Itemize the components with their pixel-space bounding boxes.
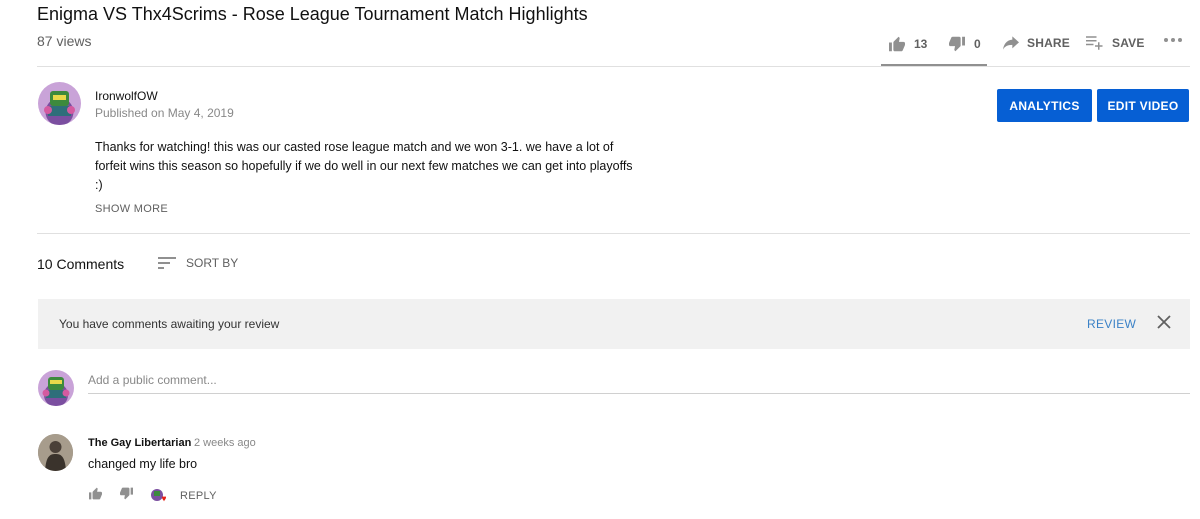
dislike-button[interactable]: 0 (948, 36, 981, 52)
like-count: 13 (914, 37, 928, 51)
publish-date: Published on May 4, 2019 (95, 106, 234, 120)
thumbs-up-icon (889, 36, 905, 52)
more-actions-button[interactable] (1163, 36, 1183, 44)
share-arrow-icon (1003, 36, 1019, 50)
reply-button[interactable]: REPLY (180, 490, 217, 502)
divider (37, 233, 1190, 234)
video-description: Thanks for watching! this was our casted… (95, 138, 655, 195)
playlist-add-icon (1086, 36, 1103, 50)
user-avatar (38, 370, 74, 406)
creator-heart-icon (151, 489, 166, 502)
thumbs-up-icon (89, 487, 102, 500)
thumbs-down-icon (120, 487, 133, 500)
sort-icon (158, 257, 176, 269)
video-title: Enigma VS Thx4Scrims - Rose League Tourn… (37, 4, 588, 24)
comment-dislike-button[interactable] (119, 487, 134, 505)
comment-actions: REPLY (88, 487, 217, 505)
thumbs-down-icon (949, 36, 965, 52)
review-banner: You have comments awaiting your review R… (38, 299, 1190, 349)
comment-time[interactable]: 2 weeks ago (194, 437, 256, 449)
sort-label: SORT BY (186, 256, 239, 270)
divider (37, 66, 1190, 67)
close-icon (1157, 315, 1171, 329)
commenter-avatar[interactable] (38, 434, 73, 471)
comment-like-button[interactable] (88, 487, 103, 505)
share-button[interactable]: SHARE (1003, 36, 1070, 50)
description-line: Thanks for watching! this was our casted… (95, 140, 614, 154)
review-link[interactable]: REVIEW (1087, 317, 1136, 331)
dismiss-button[interactable] (1157, 315, 1171, 334)
channel-name[interactable]: IronwolfOW (95, 89, 158, 103)
comment-author[interactable]: The Gay Libertarian (88, 437, 191, 449)
comment-text: changed my life bro (88, 457, 198, 471)
view-count: 87 views (37, 33, 92, 49)
creator-heart-button[interactable] (150, 488, 168, 504)
sort-button[interactable]: SORT BY (158, 256, 238, 270)
save-label: SAVE (1112, 36, 1145, 50)
share-label: SHARE (1027, 36, 1071, 50)
save-button[interactable]: SAVE (1086, 36, 1145, 50)
comment-count: 10 Comments (37, 256, 125, 272)
more-horizontal-icon (1164, 38, 1182, 42)
comment-input[interactable]: Add a public comment... (88, 372, 1190, 394)
analytics-button[interactable]: ANALYTICS (997, 89, 1092, 122)
channel-avatar[interactable] (38, 82, 81, 125)
review-message: You have comments awaiting your review (59, 317, 280, 331)
description-line: forfeit wins this season so hopefully if… (95, 159, 633, 173)
show-more-button[interactable]: SHOW MORE (95, 203, 168, 215)
edit-video-button[interactable]: EDIT VIDEO (1097, 89, 1189, 122)
description-line: :) (95, 178, 103, 192)
dislike-count: 0 (974, 37, 981, 51)
like-button[interactable]: 13 (888, 36, 927, 52)
